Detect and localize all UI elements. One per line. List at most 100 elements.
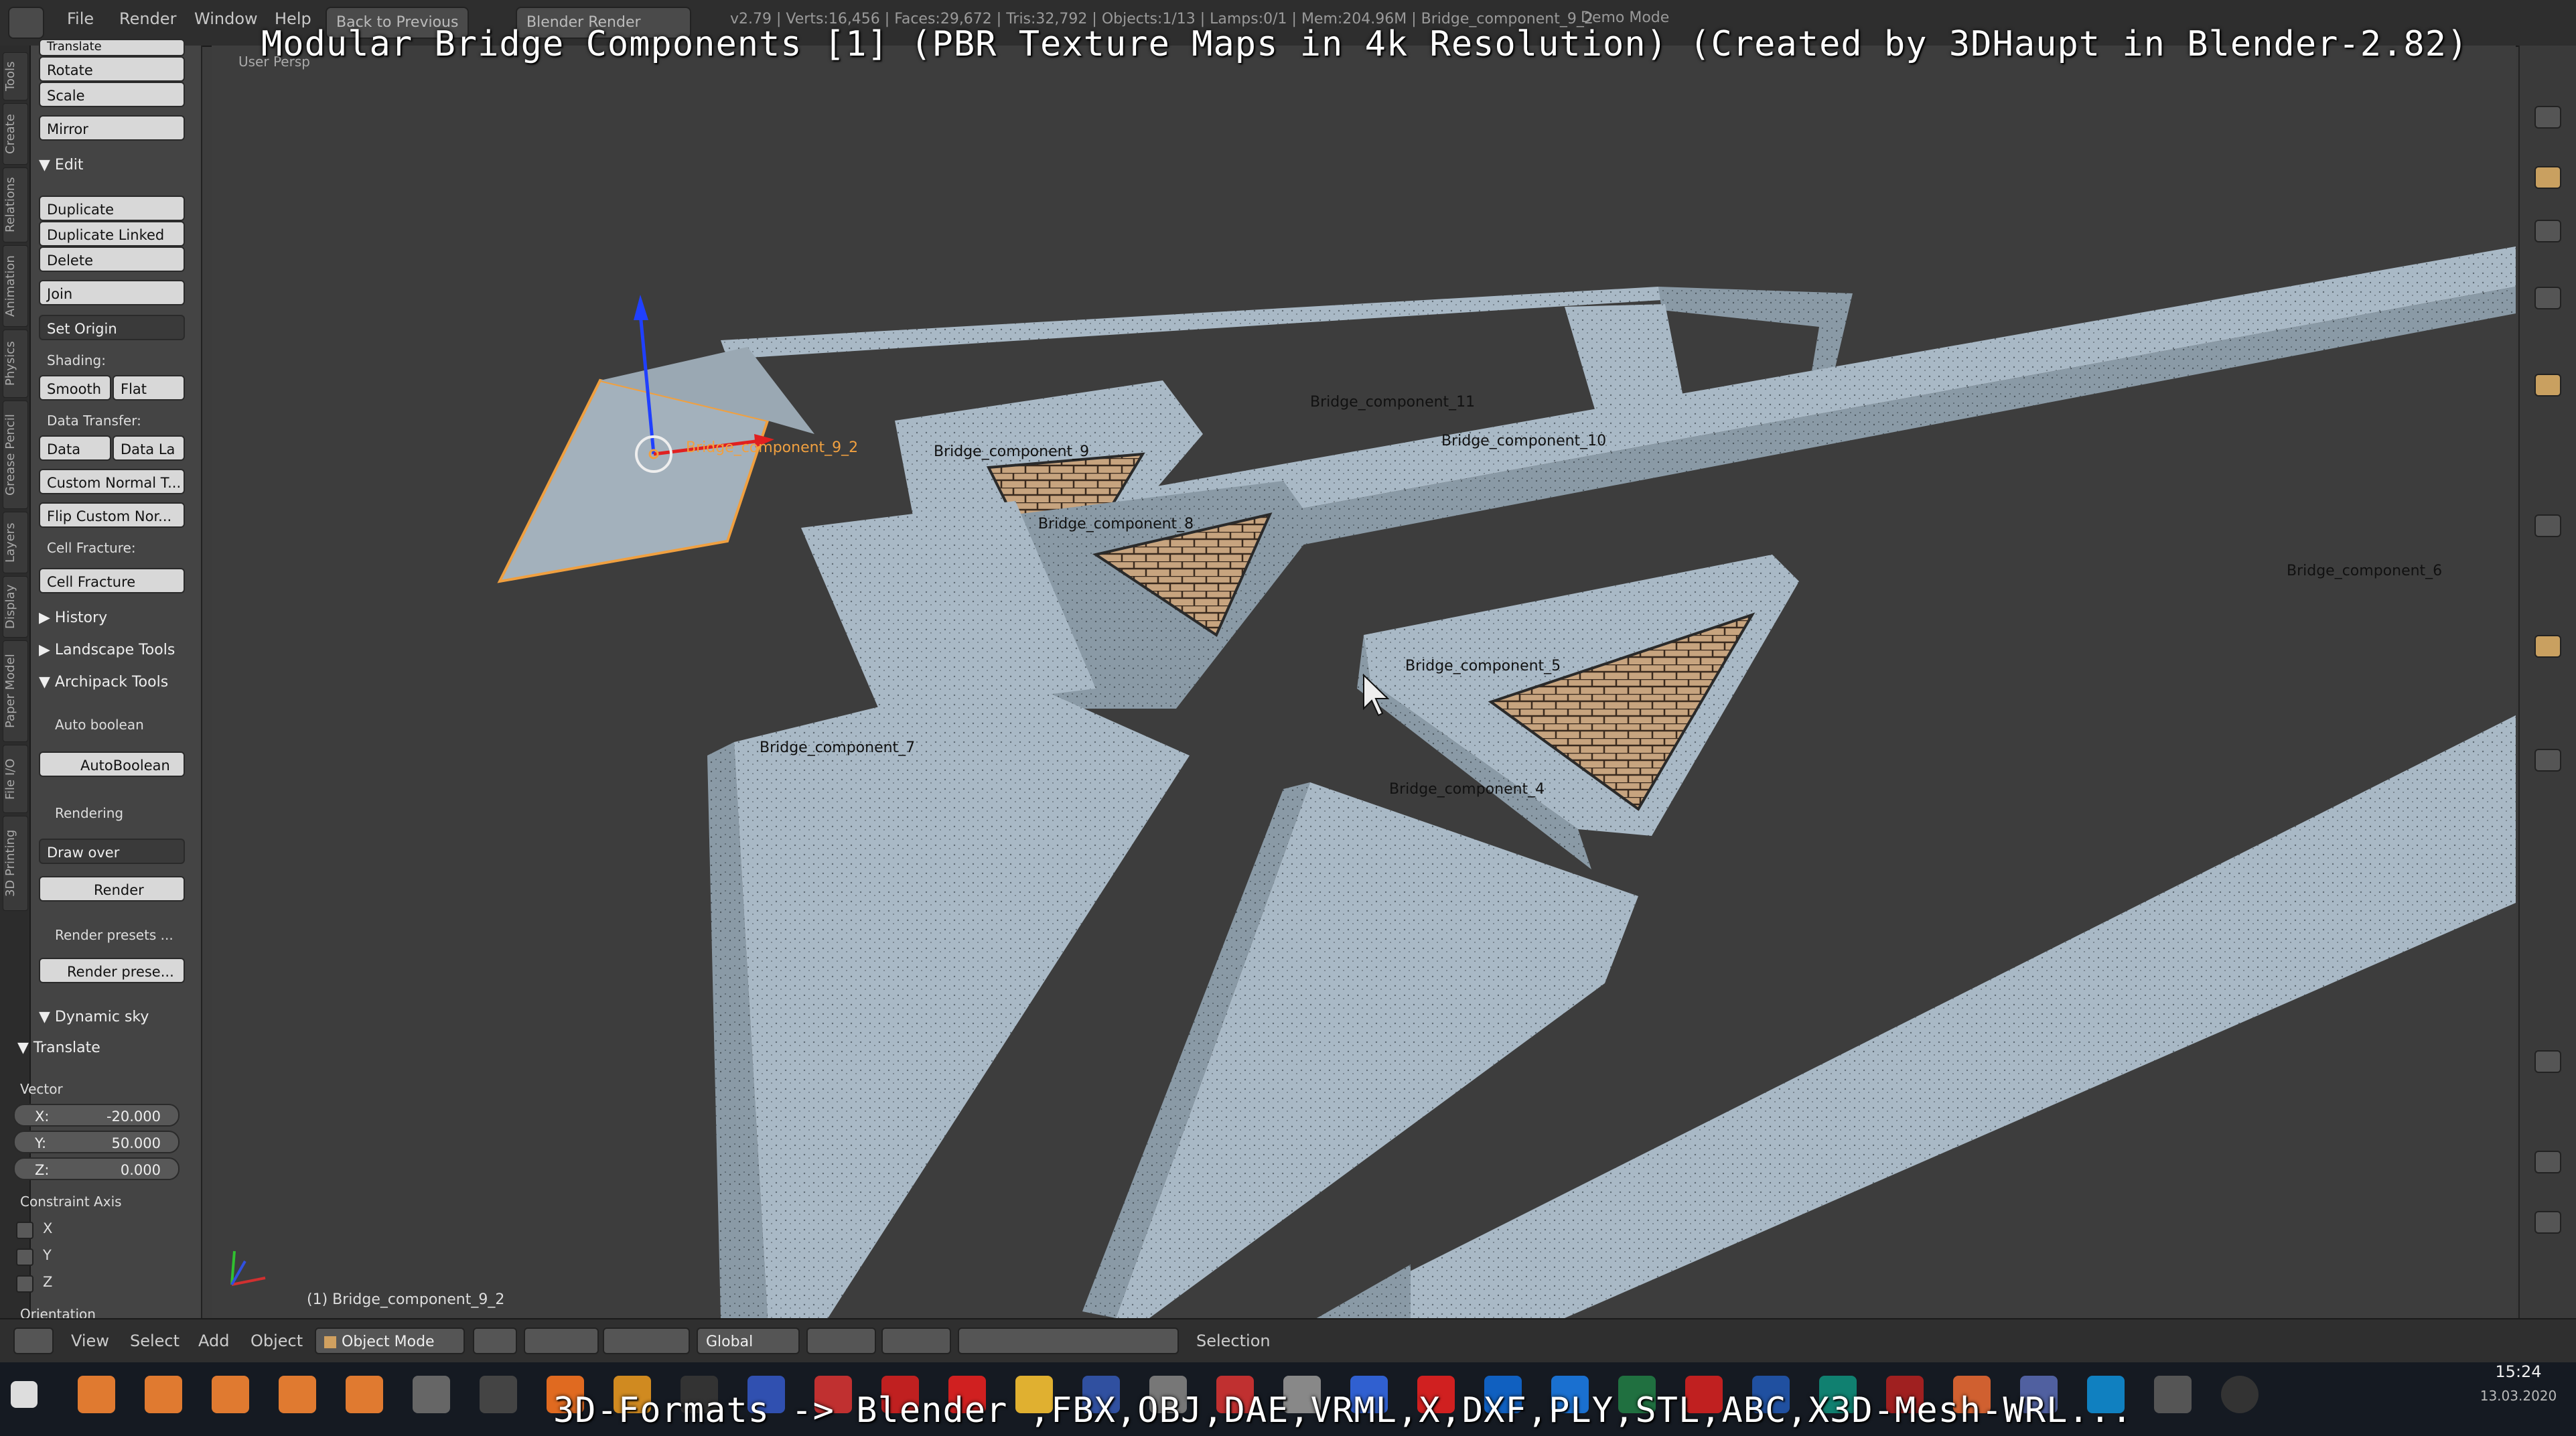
menu-file[interactable]: File <box>67 9 94 28</box>
tab-display[interactable]: Display <box>3 576 28 638</box>
layer-buttons-2[interactable] <box>881 1327 951 1354</box>
app-icon[interactable] <box>480 1376 517 1413</box>
snap-and-render-buttons[interactable] <box>958 1327 1179 1354</box>
vector-z-field[interactable]: Z: 0.000 <box>13 1157 180 1180</box>
object-icon[interactable] <box>2534 635 2561 658</box>
blender-icon[interactable] <box>145 1376 182 1413</box>
manipulator-buttons[interactable] <box>603 1327 690 1354</box>
menu-view[interactable]: View <box>71 1332 109 1350</box>
render-button[interactable]: Render <box>39 876 185 902</box>
mirror-button[interactable]: Mirror <box>39 115 185 141</box>
triangle-right-icon: ▶ <box>39 609 55 626</box>
tab-physics[interactable]: Physics <box>3 330 28 398</box>
tab-tools[interactable]: Tools <box>3 52 28 100</box>
flip-custom-normals-button[interactable]: Flip Custom Nor... <box>39 502 185 528</box>
constraint-z-label: Z <box>43 1274 53 1290</box>
tab-3d-printing[interactable]: 3D Printing <box>3 816 28 911</box>
set-origin-menu[interactable]: Set Origin <box>39 315 185 340</box>
scale-button[interactable]: Scale <box>39 82 185 107</box>
constraint-x-checkbox[interactable] <box>16 1222 33 1239</box>
duplicate-button[interactable]: Duplicate <box>39 196 185 221</box>
editor-type-button[interactable] <box>8 7 44 39</box>
scroll-handle[interactable] <box>2534 514 2561 537</box>
lamp-icon[interactable] <box>2534 374 2561 397</box>
vector-label: Vector <box>20 1081 63 1097</box>
viewport-header-bar: View Select Add Object Object Mode Globa… <box>0 1318 2576 1364</box>
data-transfer-button[interactable]: Data <box>39 435 111 461</box>
app-icon[interactable] <box>2154 1376 2192 1413</box>
lock-icon[interactable] <box>2534 220 2561 242</box>
label-bridge-component-10: Bridge_component_10 <box>1441 433 1607 449</box>
join-button[interactable]: Join <box>39 280 185 305</box>
cell-fracture-button[interactable]: Cell Fracture <box>39 568 185 593</box>
blender-icon[interactable] <box>279 1376 316 1413</box>
tab-grease-pencil[interactable]: Grease Pencil <box>3 401 28 509</box>
translate-button[interactable]: Translate <box>39 39 185 56</box>
rotate-button[interactable]: Rotate <box>39 56 185 82</box>
label-bridge-component-8: Bridge_component_8 <box>1038 516 1194 532</box>
tab-layers[interactable]: Layers <box>3 512 28 573</box>
blender-icon[interactable] <box>212 1376 249 1413</box>
flat-shading-button[interactable]: Flat <box>113 375 185 401</box>
auto-boolean-label: Auto boolean <box>55 717 144 733</box>
panel-toggle-button[interactable] <box>2534 106 2561 129</box>
label-bridge-component-9: Bridge_component_9 <box>934 443 1090 460</box>
rendering-label: Rendering <box>55 805 124 821</box>
scroll-handle[interactable] <box>2534 1050 2561 1073</box>
triangle-down-icon: ▼ <box>39 1009 55 1025</box>
draw-over-select[interactable]: Draw over <box>39 839 185 864</box>
app-icon[interactable] <box>413 1376 450 1413</box>
windows-start-icon[interactable] <box>11 1381 38 1408</box>
edit-panel-header[interactable]: ▼ Edit <box>39 157 84 173</box>
dynamic-sky-header[interactable]: ▼ Dynamic sky <box>39 1009 149 1025</box>
custom-normal-button[interactable]: Custom Normal T... <box>39 469 185 494</box>
app-icon[interactable] <box>2221 1376 2259 1413</box>
autoboolean-button[interactable]: AutoBoolean <box>39 751 185 777</box>
archipack-tools-header[interactable]: ▼ Archipack Tools <box>39 674 168 691</box>
label-bridge-component-6: Bridge_component_6 <box>2287 563 2443 579</box>
navigate-icon[interactable] <box>2534 1211 2561 1234</box>
render-presets-button[interactable]: Render prese... <box>39 958 185 983</box>
scroll-handle[interactable] <box>2534 287 2561 309</box>
taskbar-clock[interactable]: 15:24 13.03.2020 <box>2478 1362 2559 1404</box>
selected-object-label: (1) Bridge_component_9_2 <box>307 1291 505 1308</box>
translate-operator-header[interactable]: ▼ Translate <box>17 1039 100 1056</box>
viewport-shading-select[interactable] <box>473 1327 517 1354</box>
transform-orientation-select[interactable]: Global <box>697 1327 800 1354</box>
blender-icon[interactable] <box>78 1376 115 1413</box>
selection-label: Selection <box>1196 1332 1271 1350</box>
delete-button[interactable]: Delete <box>39 246 185 272</box>
resize-icon[interactable] <box>2534 1151 2561 1173</box>
scroll-handle[interactable] <box>2534 749 2561 772</box>
history-panel-header[interactable]: ▶ History <box>39 609 107 626</box>
interaction-mode-select[interactable]: Object Mode <box>315 1327 465 1354</box>
vector-x-field[interactable]: X: -20.000 <box>13 1104 180 1127</box>
editor-type-button[interactable] <box>13 1327 54 1354</box>
blender-icon[interactable] <box>346 1376 383 1413</box>
menu-object[interactable]: Object <box>251 1332 303 1350</box>
menu-window[interactable]: Window <box>194 9 258 28</box>
pivot-point-select[interactable] <box>524 1327 599 1354</box>
tab-relations[interactable]: Relations <box>3 167 28 242</box>
landscape-tools-header[interactable]: ▶ Landscape Tools <box>39 642 175 658</box>
label-bridge-component-4: Bridge_component_4 <box>1389 781 1545 798</box>
data-layout-button[interactable]: Data La <box>113 435 185 461</box>
menu-select[interactable]: Select <box>130 1332 180 1350</box>
tab-paper-model[interactable]: Paper Model <box>3 640 28 742</box>
3d-viewport[interactable]: User Persp (1) Bridge_component_9_2 Brid… <box>212 46 2516 1318</box>
bridge-component-9-2[interactable] <box>497 347 814 583</box>
menu-render[interactable]: Render <box>119 9 176 28</box>
tab-animation[interactable]: Animation <box>3 245 28 327</box>
smooth-shading-button[interactable]: Smooth <box>39 375 111 401</box>
constraint-y-checkbox[interactable] <box>16 1248 33 1266</box>
label-bridge-component-11: Bridge_component_11 <box>1310 394 1476 411</box>
menu-add[interactable]: Add <box>198 1332 229 1350</box>
constraint-z-checkbox[interactable] <box>16 1275 33 1293</box>
scene-render <box>230 246 2516 1318</box>
vector-y-field[interactable]: Y: 50.000 <box>13 1131 180 1153</box>
camera-icon[interactable] <box>2534 166 2561 189</box>
layer-buttons-1[interactable] <box>806 1327 876 1354</box>
tab-file-io[interactable]: File I/O <box>3 745 28 813</box>
duplicate-linked-button[interactable]: Duplicate Linked <box>39 221 185 246</box>
tab-create[interactable]: Create <box>3 103 28 165</box>
